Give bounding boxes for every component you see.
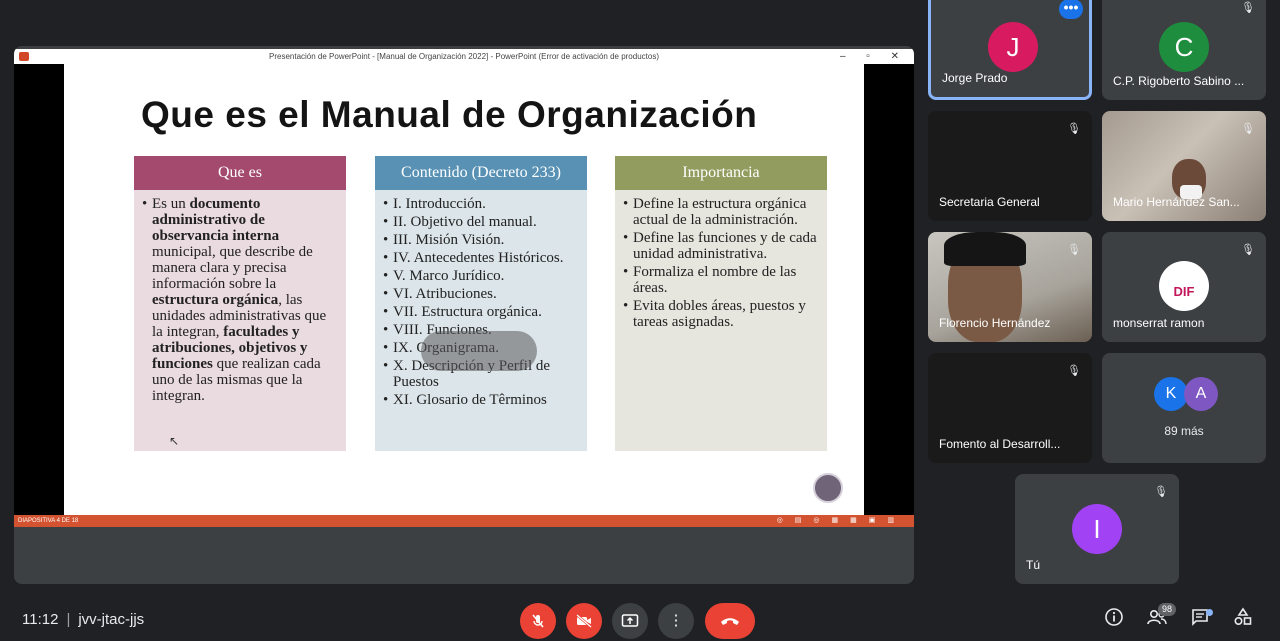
list-item: V. Marco Jurídico. [383,268,579,284]
participant-name: Mario Hernández San... [1113,195,1240,209]
slide-counter: DIAPOSITIVA 4 DE 18 [18,518,79,524]
list-item: XI. Glosario de Têrminos [383,392,579,408]
avatar: I [1072,504,1122,554]
unread-dot [1206,609,1213,616]
more-avatars: K A [1154,377,1224,411]
list-item: IV. Antecedentes Históricos. [383,250,579,266]
view-controls[interactable]: ◎▤◎▦▦▣▥ [777,515,906,527]
mic-off-icon: 🎙︎ [1067,244,1081,256]
meeting-code: jvv-jtac-jjs [78,611,145,628]
powerpoint-icon [19,52,29,61]
slide-area: Que es el Manual de Organización Que es … [14,64,914,515]
mic-off-icon: 🎙︎ [1241,2,1255,14]
more-options-icon[interactable]: ••• [1059,0,1083,19]
participant-name: Tú [1026,558,1041,572]
camera-off-icon[interactable] [566,603,602,639]
more-participants-tile[interactable]: K A 89 más [1102,353,1266,463]
list-item: VI. Atribuciones. [383,286,579,302]
window-controls: – ▫ ✕ [839,51,908,62]
participant-name: Fomento al Desarroll... [939,437,1061,451]
participant-tile-rigoberto[interactable]: C 🎙︎ C.P. Rigoberto Sabino ... [1102,0,1266,100]
mic-off-icon: 🎙︎ [1241,244,1255,256]
powerpoint-statusbar: DIAPOSITIVA 4 DE 18 ◎▤◎▦▦▣▥ [14,515,914,527]
more-options-icon[interactable]: ⋮ [658,603,694,639]
present-icon[interactable] [612,603,648,639]
column-header: Que es [134,156,346,190]
list-item: III. Misión Visión. [383,232,579,248]
list-item: I. Introducción. [383,196,579,212]
column-contenido: Contenido (Decreto 233) I. Introducción.… [375,156,587,451]
participant-name: monserrat ramon [1113,316,1205,330]
hangup-icon[interactable] [705,603,755,639]
meeting-info: 11:12 | jvv-jtac-jjs [22,611,144,628]
column-importancia: Importancia Define la estructura orgánic… [615,156,827,451]
column-header: Importancia [615,156,827,190]
mic-off-icon: 🎙︎ [1067,123,1081,135]
participant-tile-self[interactable]: I 🎙︎ Tú [1015,474,1179,584]
participant-tile-jorge-prado[interactable]: J ••• Jorge Prado [928,0,1092,100]
mic-off-icon[interactable] [520,603,556,639]
participant-name: Jorge Prado [942,71,1008,85]
info-icon[interactable] [1101,607,1127,633]
presentation-stage: Presentación de PowerPoint - [Manual de … [14,46,914,584]
column-body: I. Introducción. II. Objetivo del manual… [375,190,587,451]
slide-title: Que es el Manual de Organización [141,94,758,135]
participant-tile-florencio[interactable]: 🎙︎ Florencio Hernández [928,232,1092,342]
avatar: A [1184,377,1218,411]
powerpoint-titlebar: Presentación de PowerPoint - [Manual de … [14,49,914,64]
column-body: Es un documento administrativo de observ… [134,190,346,451]
column-que-es: Que es Es un documento administrativo de… [134,156,346,451]
slide: Que es el Manual de Organización Que es … [64,64,864,515]
participant-tile-fomento[interactable]: 🎙︎ Fomento al Desarroll... [928,353,1092,463]
dif-logo: DIF [1159,261,1209,311]
cursor-icon: ↖ [169,434,180,448]
list-item: Formaliza el nombre de las áreas. [623,264,819,296]
mic-off-icon: 🎙︎ [1154,486,1168,498]
participant-count-badge: 98 [1158,603,1177,616]
list-item: Define las funciones y de cada unidad ad… [623,230,819,262]
chat-icon[interactable] [1187,607,1213,633]
meeting-controls-bar: 11:12 | jvv-jtac-jjs ⋮ 98 [0,595,1280,641]
participant-tile-secretaria[interactable]: 🎙︎ Secretaria General [928,111,1092,221]
activities-icon[interactable] [1230,607,1256,633]
more-participants-label: 89 más [1164,424,1204,438]
avatar: J [988,22,1038,72]
participant-name: Secretaria General [939,195,1040,209]
presenter-overlay-controls[interactable] [421,331,537,371]
avatar: C [1159,22,1209,72]
separator: | [66,611,71,628]
list-item: Es un documento administrativo de observ… [142,196,338,404]
list-item: Define la estructura orgánica actual de … [623,196,819,228]
people-icon[interactable]: 98 [1144,603,1177,633]
mic-off-icon: 🎙︎ [1067,365,1081,377]
column-header: Contenido (Decreto 233) [375,156,587,190]
window-title: Presentación de PowerPoint - [Manual de … [269,52,659,61]
list-item: II. Objetivo del manual. [383,214,579,230]
column-body: Define la estructura orgánica actual de … [615,190,827,451]
participant-name: Florencio Hernández [939,316,1051,330]
participant-name: C.P. Rigoberto Sabino ... [1113,74,1245,88]
list-item: Evita dobles áreas, puestos y tareas asi… [623,298,819,330]
avatar: K [1154,377,1188,411]
mic-off-icon: 🎙︎ [1241,123,1255,135]
participant-tile-mario[interactable]: 🎙︎ Mario Hernández San... [1102,111,1266,221]
meeting-time: 11:12 [22,611,59,628]
list-item: VII. Estructura orgánica. [383,304,579,320]
participant-tile-monserrat[interactable]: DIF 🎙︎ monserrat ramon [1102,232,1266,342]
slide-emblem [813,473,843,503]
